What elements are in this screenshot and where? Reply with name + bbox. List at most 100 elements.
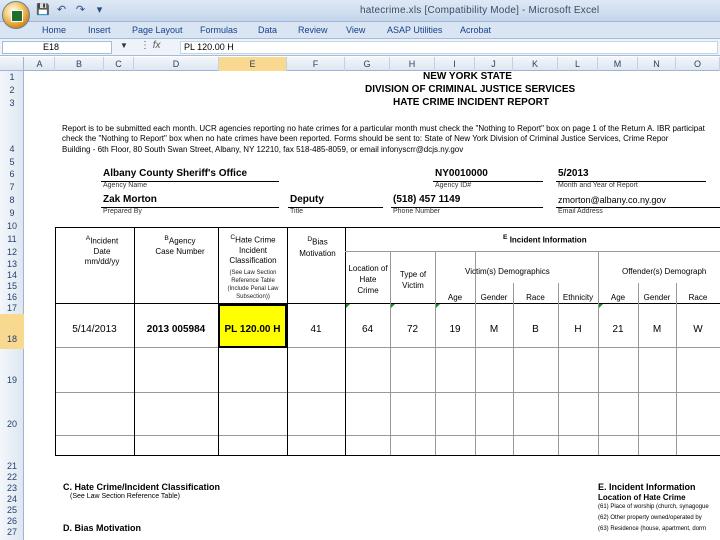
cell-offender-age[interactable]: 21 — [598, 324, 638, 335]
row-19-bottom-border — [55, 392, 720, 393]
name-box-dropdown-icon[interactable]: ▼ — [120, 41, 128, 50]
row-header[interactable]: 3 — [0, 98, 24, 108]
col-header-c[interactable]: C — [104, 57, 134, 71]
col-header-k[interactable]: K — [513, 57, 558, 71]
row-header[interactable]: 16 — [0, 292, 24, 302]
row-header[interactable]: 9 — [0, 208, 24, 218]
cell-ethnicity[interactable]: H — [558, 324, 598, 335]
section-e-title: E. Incident Information — [598, 482, 696, 492]
col-header-h[interactable]: H — [390, 57, 435, 71]
undo-icon[interactable]: ↶ — [55, 4, 68, 17]
agency-name-value[interactable]: Albany County Sheriff's Office — [103, 168, 247, 179]
cell-case-number[interactable]: 2013 005984 — [134, 324, 218, 335]
row-header[interactable]: 22 — [0, 472, 24, 482]
cell-offender-gender[interactable]: M — [638, 324, 676, 335]
col-header-o[interactable]: O — [676, 57, 720, 71]
col-divider-thin — [638, 283, 639, 455]
row-header[interactable]: 19 — [0, 375, 24, 385]
row-header[interactable]: 4 — [0, 144, 24, 154]
instructions-line-1: Report is to be submitted each month. UC… — [62, 124, 705, 133]
tab-formulas[interactable]: Formulas — [200, 25, 238, 35]
tab-view[interactable]: View — [346, 25, 365, 35]
cell-offender-race[interactable]: W — [676, 324, 720, 335]
save-icon[interactable]: 💾 — [36, 4, 50, 17]
row-header[interactable]: 11 — [0, 234, 24, 244]
col-c-note: (See Law Section Reference Table (Includ… — [227, 270, 279, 300]
fx-label: fx — [152, 40, 161, 51]
victim-race-header: Race — [526, 293, 545, 302]
col-header-l[interactable]: L — [558, 57, 598, 71]
row-header[interactable]: 8 — [0, 195, 24, 205]
cell-incident-date[interactable]: 5/14/2013 — [55, 324, 134, 335]
row-header[interactable]: 25 — [0, 505, 24, 515]
cell-victim-race[interactable]: B — [513, 324, 558, 335]
tab-acrobat[interactable]: Acrobat — [460, 25, 491, 35]
name-box[interactable]: E18 — [2, 41, 112, 54]
tab-asap-utilities[interactable]: ASAP Utilities — [387, 25, 442, 35]
row-header[interactable]: 21 — [0, 461, 24, 471]
office-button[interactable] — [2, 1, 30, 29]
prepared-by-value[interactable]: Zak Morton — [103, 194, 157, 205]
row-header[interactable]: 10 — [0, 221, 24, 231]
col-c-header: CHate Crime Incident Classification — [222, 233, 284, 266]
tab-home[interactable]: Home — [42, 25, 66, 35]
col-header-e[interactable]: E — [219, 57, 287, 71]
error-indicator-icon[interactable] — [391, 304, 395, 308]
col-header-b[interactable]: B — [55, 57, 104, 71]
col-header-n[interactable]: N — [638, 57, 676, 71]
row-header-selected[interactable]: 18 — [0, 314, 24, 349]
cell-victim-type[interactable]: 72 — [390, 324, 435, 335]
offender-gender-header: Gender — [643, 293, 671, 302]
row-header[interactable]: 24 — [0, 494, 24, 504]
insert-function-icon[interactable]: ⋮ fx — [140, 40, 161, 51]
col-header-j[interactable]: J — [475, 57, 513, 71]
phone-value[interactable]: (518) 457 1149 — [393, 194, 460, 205]
row-header[interactable]: 1 — [0, 72, 24, 82]
report-month-value[interactable]: 5/2013 — [558, 168, 589, 179]
tab-insert[interactable]: Insert — [88, 25, 111, 35]
col-header-i[interactable]: I — [435, 57, 475, 71]
row-header[interactable]: 14 — [0, 270, 24, 280]
redo-icon[interactable]: ↷ — [74, 4, 87, 17]
agency-id-value[interactable]: NY0010000 — [435, 168, 488, 179]
offenders-demographics-header: Offender(s) Demograph — [622, 267, 707, 276]
select-all-corner[interactable] — [0, 57, 24, 71]
victim-gender-header: Gender — [480, 293, 508, 302]
row-header[interactable]: 20 — [0, 419, 24, 429]
error-indicator-icon[interactable] — [436, 304, 440, 308]
row-header[interactable]: 13 — [0, 259, 24, 269]
col-header-d[interactable]: D — [134, 57, 219, 71]
row-header[interactable]: 27 — [0, 527, 24, 537]
col-divider-thin — [435, 251, 436, 455]
row-header[interactable]: 26 — [0, 516, 24, 526]
row-header[interactable]: 5 — [0, 157, 24, 167]
error-indicator-icon[interactable] — [599, 304, 603, 308]
row-header[interactable]: 23 — [0, 483, 24, 493]
row-header[interactable]: 12 — [0, 247, 24, 257]
section-c-note: (See Law Section Reference Table) — [70, 493, 180, 500]
row-header[interactable]: 6 — [0, 169, 24, 179]
worksheet-grid[interactable]: NEW YORK STATE DIVISION OF CRIMINAL JUST… — [25, 71, 720, 540]
row-header[interactable]: 2 — [0, 85, 24, 95]
formula-input[interactable]: PL 120.00 H — [180, 41, 718, 54]
cell-victim-gender[interactable]: M — [475, 324, 513, 335]
customize-qat-icon[interactable]: ▾ — [93, 4, 106, 17]
col-divider-thin — [390, 251, 391, 455]
col-header-g[interactable]: G — [345, 57, 390, 71]
email-value[interactable]: zmorton@albany.co.ny.gov — [558, 195, 666, 205]
error-indicator-icon[interactable] — [346, 304, 350, 308]
row-header[interactable]: 17 — [0, 303, 24, 313]
cell-classification[interactable]: PL 120.00 H — [218, 324, 287, 335]
row-header[interactable]: 7 — [0, 182, 24, 192]
col-header-a[interactable]: A — [25, 57, 55, 71]
title-value[interactable]: Deputy — [290, 194, 324, 205]
tab-review[interactable]: Review — [298, 25, 328, 35]
cell-victim-age[interactable]: 19 — [435, 324, 475, 335]
row-header[interactable]: 15 — [0, 281, 24, 291]
col-header-f[interactable]: F — [287, 57, 345, 71]
tab-page-layout[interactable]: Page Layout — [132, 25, 183, 35]
tab-data[interactable]: Data — [258, 25, 277, 35]
cell-location[interactable]: 64 — [345, 324, 390, 335]
col-header-m[interactable]: M — [598, 57, 638, 71]
cell-bias[interactable]: 41 — [287, 324, 345, 335]
